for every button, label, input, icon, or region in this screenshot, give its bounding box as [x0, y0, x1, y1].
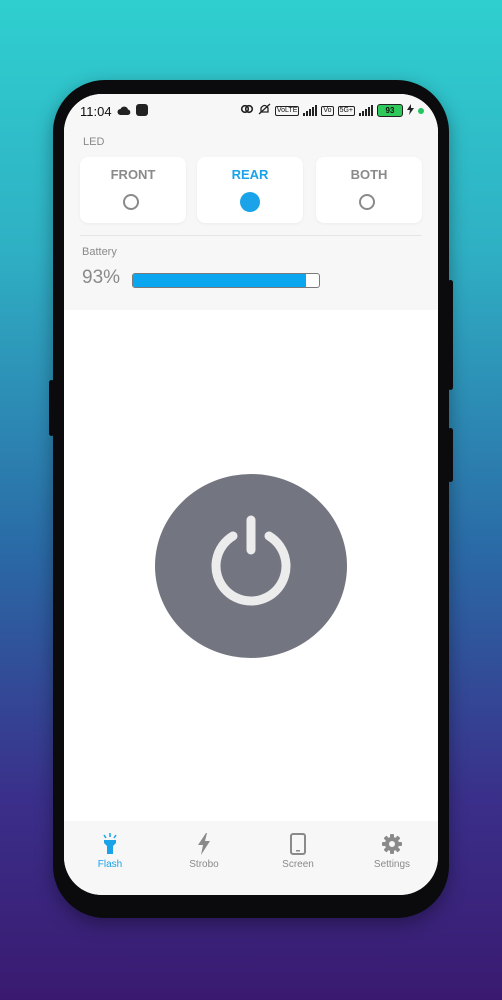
- side-button: [448, 428, 453, 482]
- battery-percent: 93%: [82, 267, 121, 288]
- led-option-both[interactable]: BOTH: [316, 157, 422, 223]
- battery-status-icon: 93: [377, 104, 403, 117]
- led-option-label: REAR: [231, 167, 269, 182]
- signal-icon-2: [359, 105, 373, 116]
- led-option-rear[interactable]: REAR: [197, 157, 303, 223]
- status-time: 11:04: [80, 104, 112, 119]
- cloud-icon: [117, 104, 131, 119]
- mute-icon: [258, 103, 271, 118]
- nav-item-settings[interactable]: Settings: [352, 833, 432, 870]
- link-icon: [240, 103, 254, 118]
- status-icons: VoLTE Vo 5G+ 93: [240, 103, 424, 118]
- bottom-navigation: Flash Strobo Screen Settings: [64, 821, 438, 895]
- battery-level-bar: [132, 273, 320, 288]
- network-5g-badge: 5G+: [337, 105, 355, 116]
- volte-badge: VoLTE: [274, 105, 300, 116]
- divider: [80, 235, 422, 236]
- app-screen: 11:04 VoLTE Vo 5G+ 93 LED FRONT REAR BOT…: [64, 94, 438, 895]
- nav-label: Screen: [282, 859, 314, 870]
- lightning-icon: [164, 833, 244, 855]
- power-toggle-button[interactable]: [155, 474, 347, 658]
- led-section-label: LED: [83, 136, 105, 148]
- power-icon: [211, 515, 291, 606]
- nav-item-flash[interactable]: Flash: [70, 833, 150, 870]
- led-option-front[interactable]: FRONT: [80, 157, 186, 223]
- charging-icon: [407, 103, 414, 118]
- status-bar: 11:04 VoLTE Vo 5G+ 93: [64, 94, 438, 128]
- radio-button[interactable]: [240, 192, 260, 212]
- app-notification-icon: [136, 104, 148, 116]
- battery-section-label: Battery: [82, 246, 117, 258]
- phone-screen-icon: [258, 833, 338, 855]
- led-option-label: BOTH: [350, 167, 388, 182]
- privacy-indicator-dot: [418, 107, 424, 114]
- nav-label: Strobo: [189, 859, 219, 870]
- radio-button[interactable]: [359, 194, 375, 210]
- signal-icon: [303, 105, 318, 116]
- nav-item-strobo[interactable]: Strobo: [164, 833, 244, 870]
- nav-label: Settings: [373, 859, 411, 870]
- led-option-label: FRONT: [110, 167, 156, 182]
- flashlight-icon: [70, 833, 150, 855]
- volte-badge-2: Vo: [321, 105, 334, 116]
- battery-level-fill: [133, 274, 306, 287]
- nav-label: Flash: [97, 859, 123, 870]
- power-side-button: [448, 280, 453, 390]
- control-panel: LED FRONT REAR BOTH Battery 93%: [64, 128, 438, 310]
- nav-item-screen[interactable]: Screen: [258, 833, 338, 870]
- volume-button: [49, 380, 54, 436]
- gear-icon: [352, 833, 432, 855]
- radio-button[interactable]: [123, 194, 139, 210]
